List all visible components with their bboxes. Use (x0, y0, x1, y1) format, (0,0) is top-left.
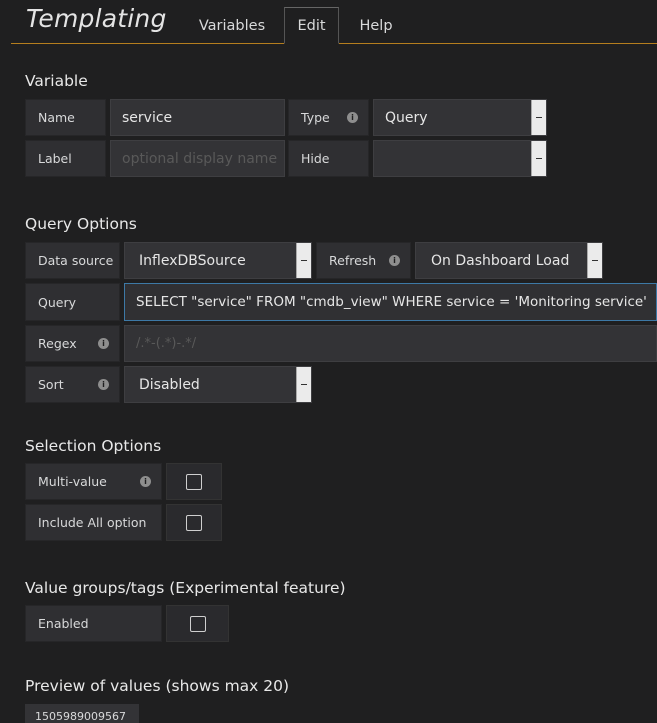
page-title: Templating (26, 4, 167, 33)
refresh-label-text: Refresh (329, 253, 377, 268)
enabled-checkbox-wrap[interactable] (166, 605, 229, 642)
refresh-label: Refresh i (316, 242, 411, 279)
query-label: Query (25, 283, 120, 321)
section-title-value-groups: Value groups/tags (Experimental feature) (25, 579, 346, 597)
label-label: Label (25, 140, 106, 177)
info-icon: i (98, 338, 109, 349)
section-title-query-options: Query Options (25, 215, 137, 233)
multi-value-checkbox-wrap[interactable] (166, 463, 222, 500)
name-label: Name (25, 99, 106, 136)
datasource-select-value: InflexDBSource (139, 252, 246, 269)
include-all-label: Include All option (25, 504, 162, 541)
sort-label-text: Sort (38, 377, 64, 392)
section-title-variable: Variable (25, 72, 88, 90)
tab-help[interactable]: Help (350, 7, 402, 44)
tab-variables[interactable]: Variables (190, 7, 274, 44)
checkbox-icon[interactable] (186, 514, 202, 531)
info-icon: i (140, 476, 151, 487)
regex-label-text: Regex (38, 336, 77, 351)
hide-label: Hide (288, 140, 369, 177)
type-label-text: Type (301, 110, 330, 125)
query-input[interactable]: SELECT "service" FROM "cmdb_view" WHERE … (124, 283, 657, 321)
sort-select[interactable]: Disabled (124, 366, 312, 403)
info-icon: i (389, 255, 400, 266)
datasource-label: Data source (25, 242, 120, 279)
dropdown-caret-icon[interactable] (587, 243, 602, 278)
dropdown-caret-icon[interactable] (531, 141, 546, 176)
multi-value-label-text: Multi-value (38, 474, 107, 489)
tab-edit[interactable]: Edit (284, 7, 339, 44)
info-icon: i (98, 379, 109, 390)
sort-label: Sort i (25, 366, 120, 403)
type-label: Type i (288, 99, 369, 136)
preview-value-tag: 1505989009567 (25, 704, 139, 723)
refresh-select-value: On Dashboard Load (431, 252, 570, 269)
checkbox-icon[interactable] (186, 473, 202, 490)
sort-select-value: Disabled (139, 376, 200, 393)
enabled-label: Enabled (25, 605, 162, 642)
section-title-selection-options: Selection Options (25, 437, 162, 455)
dropdown-caret-icon[interactable] (296, 243, 311, 278)
type-select[interactable]: Query (373, 99, 547, 136)
label-input[interactable]: optional display name (110, 140, 285, 177)
checkbox-icon[interactable] (189, 615, 206, 632)
refresh-select[interactable]: On Dashboard Load (415, 242, 603, 279)
hide-select[interactable] (373, 140, 547, 177)
multi-value-label: Multi-value i (25, 463, 162, 500)
type-select-value: Query (385, 109, 428, 126)
dropdown-caret-icon[interactable] (531, 100, 546, 135)
regex-input[interactable]: /.*-(.*)-.*/ (124, 325, 657, 362)
include-all-checkbox-wrap[interactable] (166, 504, 222, 541)
dropdown-caret-icon[interactable] (296, 367, 311, 402)
info-icon: i (347, 112, 358, 123)
regex-label: Regex i (25, 325, 120, 362)
name-input[interactable]: service (110, 99, 285, 136)
section-title-preview: Preview of values (shows max 20) (25, 677, 290, 695)
datasource-select[interactable]: InflexDBSource (124, 242, 312, 279)
